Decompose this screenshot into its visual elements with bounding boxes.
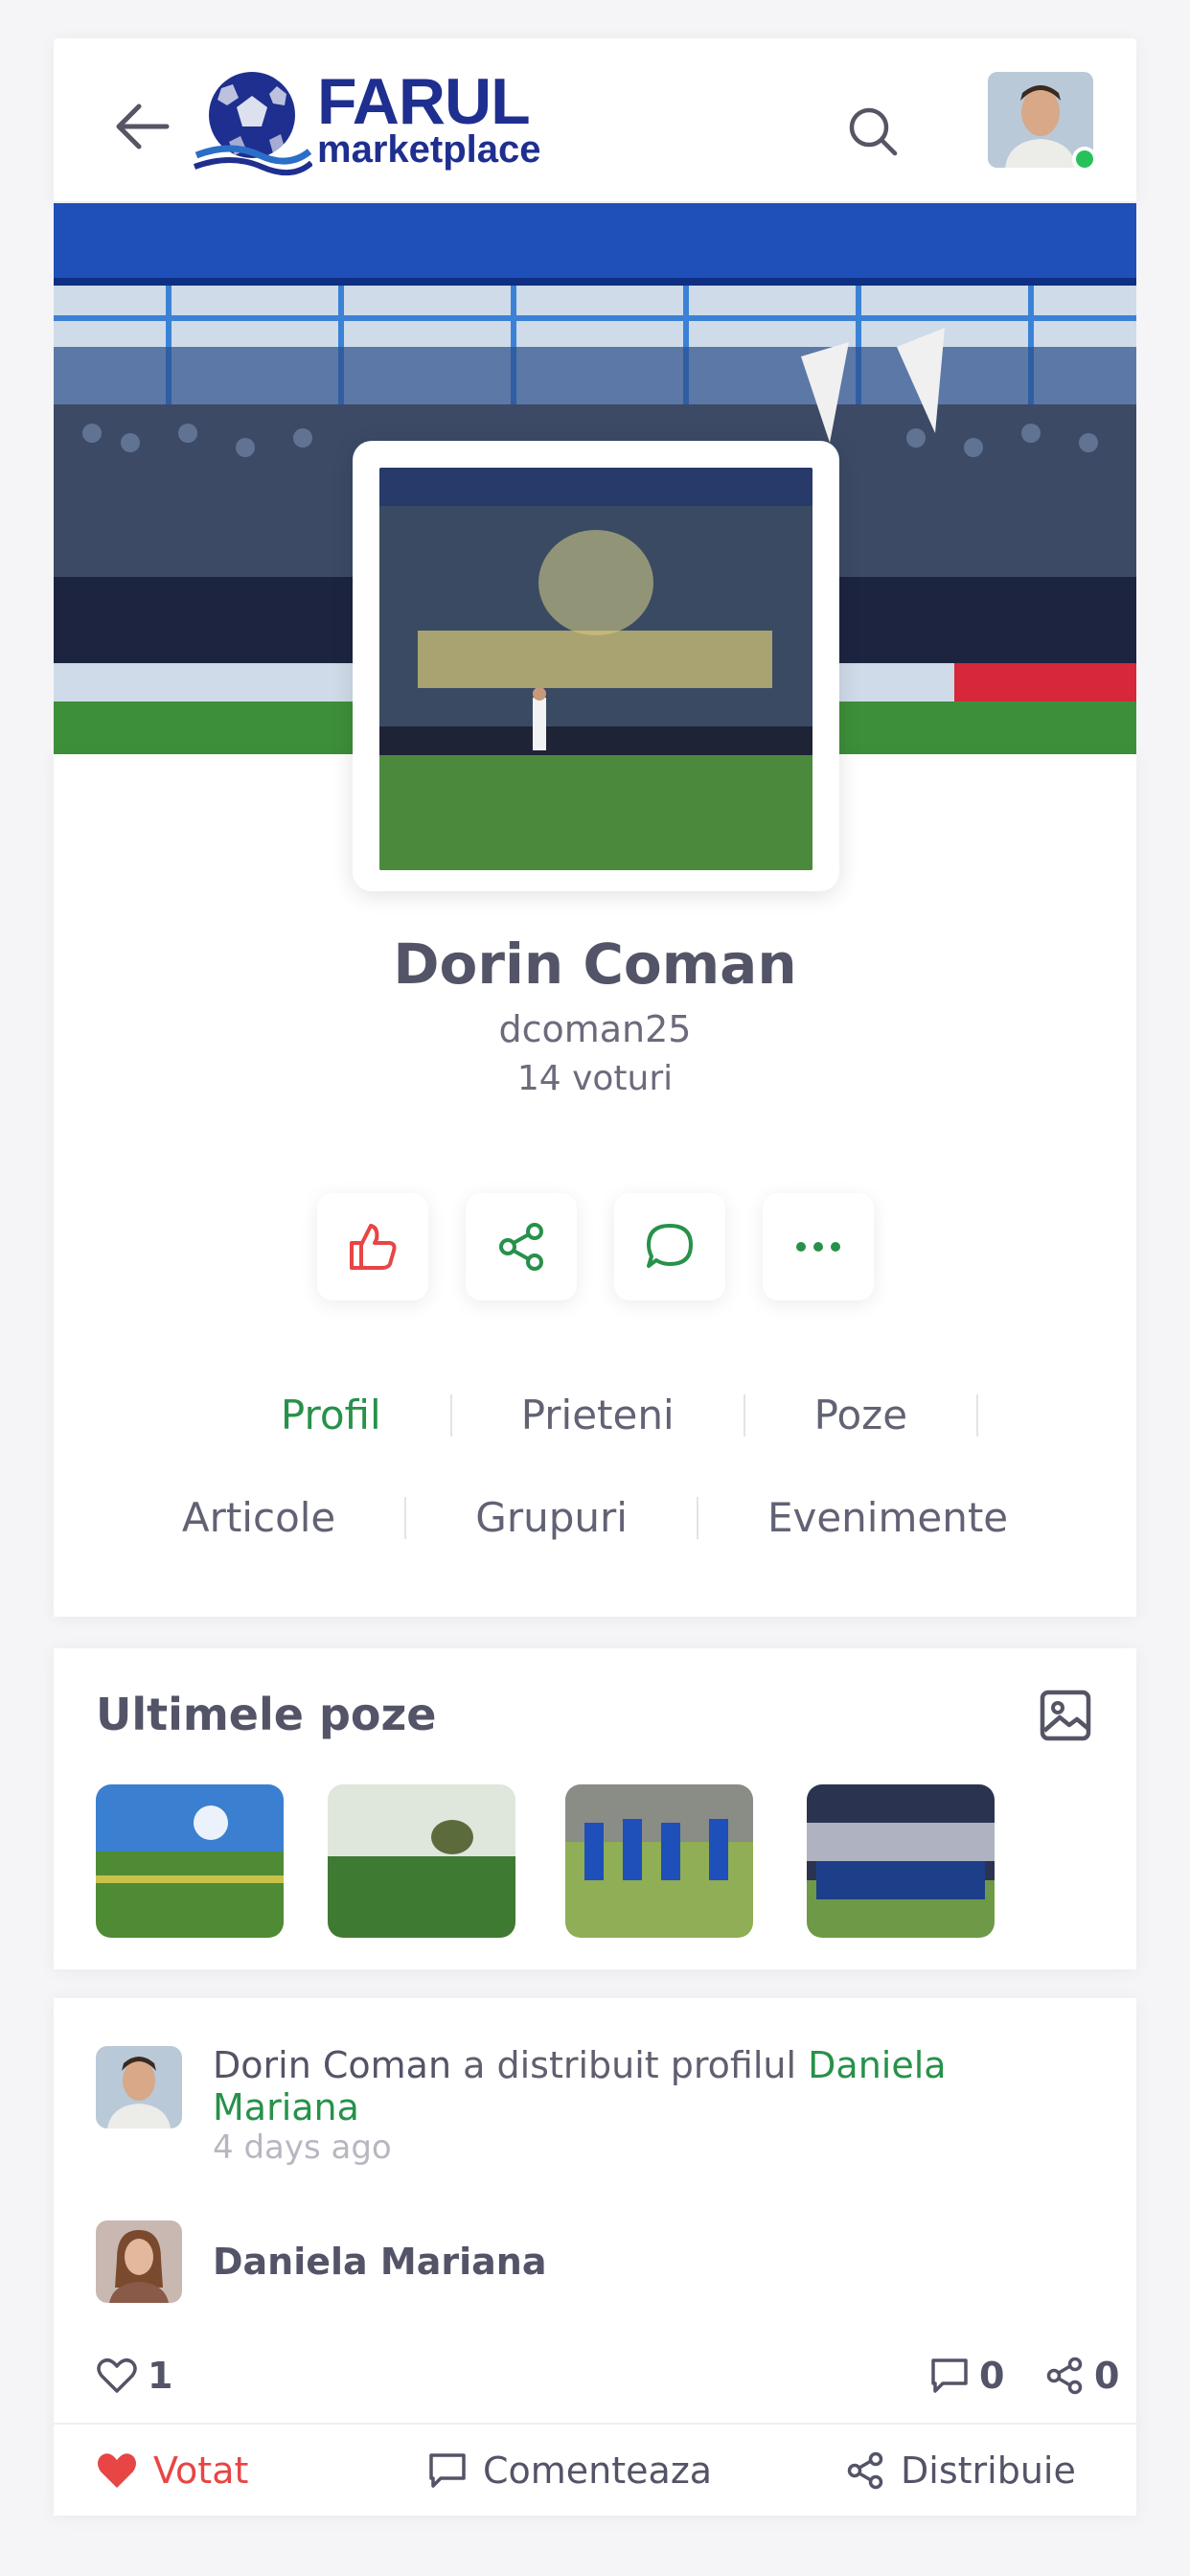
comments-count[interactable]: 0 [929,2355,1004,2397]
heart-outline-icon [97,2358,137,2393]
farul-logo[interactable]: FARUL marketplace [193,67,595,182]
tab-evenimente[interactable]: Evenimente [698,1494,1077,1541]
search-icon [849,107,898,156]
back-arrow-icon [116,104,170,150]
photo-thumbnail[interactable] [328,1784,515,1938]
tab-articole[interactable]: Articole [113,1494,404,1541]
thumbs-up-icon [350,1224,397,1270]
shares-count-value: 0 [1094,2355,1120,2397]
comment-icon [429,2453,466,2488]
more-options-button[interactable] [763,1193,874,1300]
shares-count[interactable]: 0 [1044,2355,1119,2397]
logo-title: FARUL [317,65,531,138]
comment-icon [931,2358,968,2393]
tab-divider [976,1393,979,1437]
search-button[interactable] [830,88,916,174]
heart-filled-icon [98,2453,136,2488]
profile-tabs-row1: Profil Prieteni Poze [54,1392,1136,1438]
post-author-name[interactable]: Dorin Coman [213,2044,451,2086]
soccer-ball-icon [193,72,312,175]
post-timestamp: 4 days ago [213,2128,392,2167]
post-author-avatar[interactable] [96,2046,182,2128]
profile-info-card: Dorin Coman dcoman25 14 voturi Profil Pr… [54,441,1136,1617]
chat-bubble-icon [647,1224,693,1268]
tab-grupuri[interactable]: Grupuri [406,1494,697,1541]
photo-thumbnail[interactable] [96,1784,284,1938]
comment-button-label: Comenteaza [483,2450,713,2492]
more-dots-icon [796,1242,840,1252]
post-stats: 1 0 0 [96,2355,1119,2412]
image-icon[interactable] [1037,1687,1094,1744]
comments-count-value: 0 [979,2355,1005,2397]
latest-photos-title: Ultimele poze [96,1689,437,1740]
share-button-label: Distribuie [901,2450,1076,2492]
profile-username: dcoman25 [498,1008,692,1050]
post-action-bar: Votat Comenteaza Distribuie [54,2423,1136,2516]
vote-button-label: Votat [153,2450,249,2492]
post-action-text: a distribuit profilul [451,2044,809,2086]
user-avatar[interactable] [988,72,1097,172]
share-button[interactable]: Distribuie [845,2450,1076,2492]
share-icon [847,2451,883,2490]
likes-count[interactable]: 1 [96,2355,172,2397]
photo-thumbnail[interactable] [565,1784,753,1938]
like-button[interactable] [317,1193,428,1300]
shared-user-name[interactable]: Daniela Mariana [213,2241,547,2283]
vote-button[interactable]: Votat [96,2450,248,2492]
comment-button[interactable]: Comenteaza [427,2450,712,2492]
latest-photos-card: Ultimele poze [54,1648,1136,1969]
profile-name: Dorin Coman [393,932,797,997]
logo-subtitle: marketplace [317,128,541,171]
share-icon [499,1223,543,1271]
back-button[interactable] [103,88,180,165]
share-profile-button[interactable] [466,1193,577,1300]
profile-photo-frame [353,441,839,891]
online-status-dot [1072,147,1097,172]
post-activity-text: Dorin Coman a distribuit profilul Daniel… [213,2044,1075,2128]
photo-thumbnail[interactable] [807,1784,995,1938]
message-button[interactable] [614,1193,725,1300]
profile-tabs-row2: Articole Grupuri Evenimente [54,1494,1136,1541]
tab-prieteni[interactable]: Prieteni [452,1392,744,1438]
profile-photo[interactable] [379,468,812,870]
shared-user-avatar[interactable] [96,2220,182,2303]
activity-post-card: Dorin Coman a distribuit profilul Daniel… [54,1998,1136,2516]
profile-votes-count: 14 voturi [516,1059,674,1098]
tab-profil[interactable]: Profil [212,1392,450,1438]
share-icon [1046,2357,1083,2395]
tab-poze[interactable]: Poze [745,1392,976,1438]
profile-actions [317,1193,892,1300]
likes-count-value: 1 [148,2355,173,2397]
top-header: FARUL marketplace [54,38,1136,201]
